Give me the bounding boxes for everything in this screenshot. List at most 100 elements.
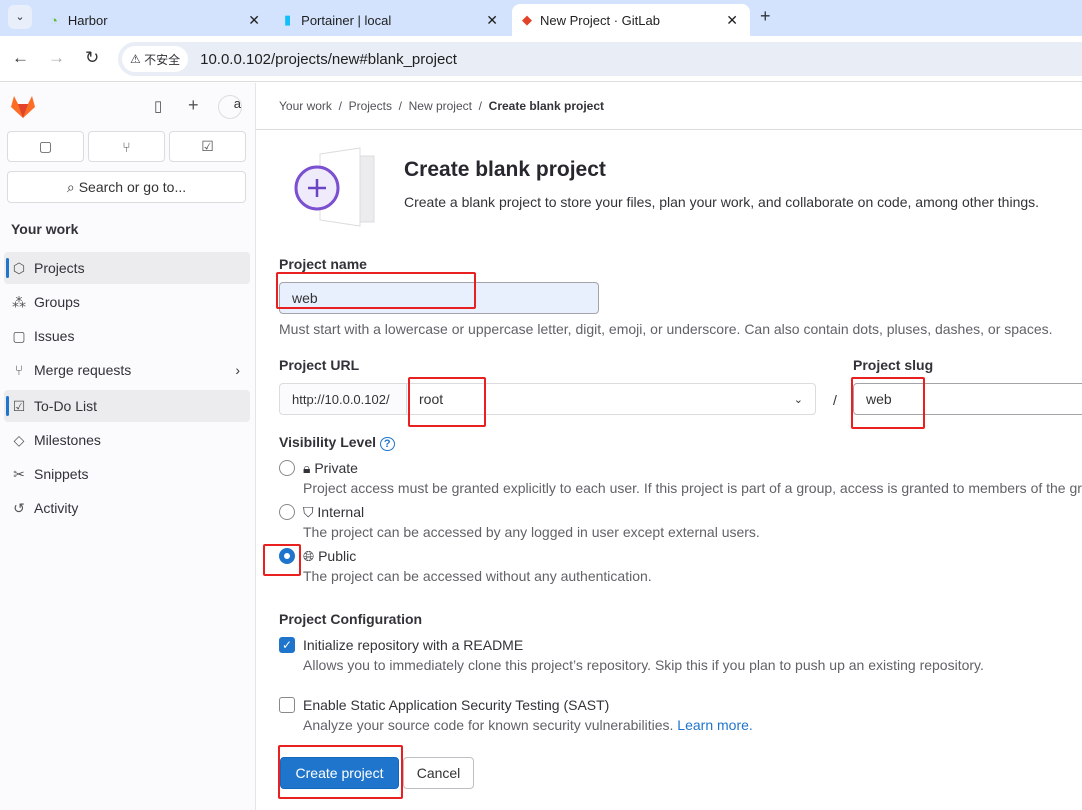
project-url-label: Project URL: [279, 357, 360, 373]
learn-more-link[interactable]: Learn more.: [677, 717, 752, 733]
issues-icon: ▢: [38, 138, 53, 154]
harbor-icon: ◔: [50, 12, 58, 28]
portainer-icon: ▮: [284, 12, 292, 27]
sidebar-item-label: Projects: [34, 260, 85, 276]
slug-separator: /: [833, 392, 837, 408]
chevron-right-icon: ›: [235, 362, 240, 378]
chevron-down-icon: ⌄: [793, 393, 803, 406]
gitlab-icon: ◆: [522, 12, 532, 27]
security-indicator[interactable]: ⚠ 不安全: [122, 46, 189, 72]
visibility-label-text: Visibility Level: [279, 434, 377, 450]
tab-label: New Project · GitLab: [540, 12, 660, 28]
tab-harbor[interactable]: ◔ Harbor ✕: [40, 4, 272, 36]
search-icon: ⌕: [66, 178, 75, 195]
sidebar-item-label: Snippets: [34, 466, 89, 482]
url-text: 10.0.0.102/projects/new#blank_project: [200, 50, 457, 68]
sidebar-item-label: Issues: [34, 328, 75, 344]
sast-desc-text: Analyze your source code for known secur…: [303, 717, 674, 733]
annotation-box: [278, 745, 403, 799]
annotation-box: [408, 377, 486, 427]
todo-icon: ☑: [12, 397, 26, 414]
breadcrumb-projects[interactable]: Projects: [349, 99, 392, 113]
browser-tab-bar: ⌄ ◔ Harbor ✕ ▮ Portainer | local ✕ ◆ New Proj…: [0, 0, 1082, 36]
visibility-internal-label[interactable]: ⛉ Internal: [303, 504, 364, 521]
sidebar-item-merge-requests[interactable]: ⑂ Merge requests ›: [4, 354, 250, 386]
sast-checkbox[interactable]: [279, 697, 295, 713]
option-label: Public: [318, 548, 357, 564]
sidebar-item-label: Merge requests: [34, 362, 132, 378]
url-input[interactable]: ⚠ 不安全 10.0.0.102/projects/new#blank_proj…: [118, 42, 1082, 76]
blank-project-illustration-icon: [294, 147, 375, 227]
tab-label: Harbor: [67, 12, 108, 28]
readme-checkbox[interactable]: ✓: [279, 637, 295, 653]
globe-icon: 🌐︎: [303, 548, 315, 564]
shield-icon: ⛉: [303, 504, 314, 520]
close-icon[interactable]: ✕: [248, 12, 260, 29]
merge-requests-shortcut-button[interactable]: ⑂: [88, 131, 165, 162]
sidebar-item-label: Milestones: [34, 432, 101, 448]
gitlab-logo-icon[interactable]: [10, 95, 36, 119]
sidebar-item-label: To-Do List: [34, 398, 98, 414]
breadcrumb-new-project[interactable]: New project: [409, 99, 472, 113]
search-button[interactable]: ⌕ Search or go to...: [7, 171, 246, 203]
option-label: Internal: [317, 504, 365, 520]
visibility-private-desc: Project access must be granted explicitl…: [303, 480, 1082, 496]
snippet-icon: ✂: [13, 465, 25, 482]
breadcrumb-your-work[interactable]: Your work: [279, 99, 332, 113]
help-icon[interactable]: ?: [379, 437, 395, 451]
sidebar-item-projects[interactable]: ⬡ Projects: [4, 252, 250, 284]
project-slug-label: Project slug: [853, 357, 934, 373]
sidebar-item-todo-list[interactable]: ☑ To-Do List: [4, 390, 250, 422]
reload-icon[interactable]: ↻: [85, 48, 99, 68]
page-title: Create blank project: [404, 158, 606, 181]
warning-icon: ⚠: [130, 52, 145, 66]
sidebar-item-snippets[interactable]: ✂ Snippets: [4, 458, 250, 490]
visibility-internal-radio[interactable]: [279, 504, 295, 520]
toggle-sidebar-icon[interactable]: ▯: [154, 97, 162, 115]
visibility-public-label[interactable]: 🌐︎ Public: [303, 548, 356, 565]
issues-shortcut-button[interactable]: ▢: [7, 131, 84, 162]
annotation-box: [276, 272, 476, 309]
merge-request-icon: ⑂: [122, 138, 131, 155]
sidebar-item-milestones[interactable]: ◇ Milestones: [4, 424, 250, 456]
tab-gitlab[interactable]: ◆ New Project · GitLab ✕: [512, 4, 750, 36]
back-icon[interactable]: ←: [12, 48, 29, 68]
visibility-private-radio[interactable]: [279, 460, 295, 476]
visibility-private-label[interactable]: 🔒︎ Private: [303, 460, 358, 477]
close-icon[interactable]: ✕: [726, 12, 738, 29]
page-description: Create a blank project to store your fil…: [404, 194, 1040, 210]
close-icon[interactable]: ✕: [486, 12, 498, 29]
tab-label: Portainer | local: [301, 12, 392, 28]
sidebar-item-label: Activity: [34, 500, 79, 516]
readme-label[interactable]: Initialize repository with a README: [303, 637, 523, 653]
lock-icon: 🔒︎: [303, 460, 311, 476]
sidebar-item-issues[interactable]: ▢ Issues: [4, 320, 250, 352]
forward-icon[interactable]: →: [48, 48, 65, 68]
merge-request-icon: ⑂: [14, 362, 24, 378]
create-new-icon[interactable]: +: [188, 95, 199, 116]
avatar[interactable]: a: [218, 95, 242, 119]
url-prefix: http://10.0.0.102/: [279, 383, 407, 415]
tab-search-button[interactable]: ⌄: [8, 5, 32, 29]
tab-portainer[interactable]: ▮ Portainer | local ✕: [274, 4, 510, 36]
sidebar-item-label: Groups: [34, 294, 80, 310]
project-name-help: Must start with a lowercase or uppercase…: [279, 321, 1053, 337]
project-icon: ⬡: [12, 259, 26, 276]
cancel-button[interactable]: Cancel: [403, 757, 474, 789]
sidebar-item-activity[interactable]: ↺ Activity: [4, 492, 250, 524]
url-prefix-text: http://10.0.0.102/: [292, 391, 390, 407]
search-label: Search or go to...: [78, 179, 187, 195]
security-label: 不安全: [144, 52, 181, 67]
annotation-box: [263, 544, 301, 576]
project-name-label: Project name: [279, 256, 367, 272]
divider: [256, 129, 1082, 130]
project-config-label: Project Configuration: [279, 611, 423, 627]
new-tab-button[interactable]: +: [760, 6, 771, 27]
sidebar-item-groups[interactable]: ⁂ Groups: [4, 286, 250, 318]
address-bar-row: ← → ↻ ⚠ 不安全 10.0.0.102/projects/new#blan…: [0, 36, 1082, 82]
readme-desc: Allows you to immediately clone this pro…: [303, 657, 984, 673]
visibility-internal-desc: The project can be accessed by any logge…: [303, 524, 760, 540]
sast-label[interactable]: Enable Static Application Security Testi…: [303, 697, 609, 713]
todo-shortcut-button[interactable]: ☑: [169, 131, 246, 162]
visibility-public-desc: The project can be accessed without any …: [303, 568, 652, 584]
